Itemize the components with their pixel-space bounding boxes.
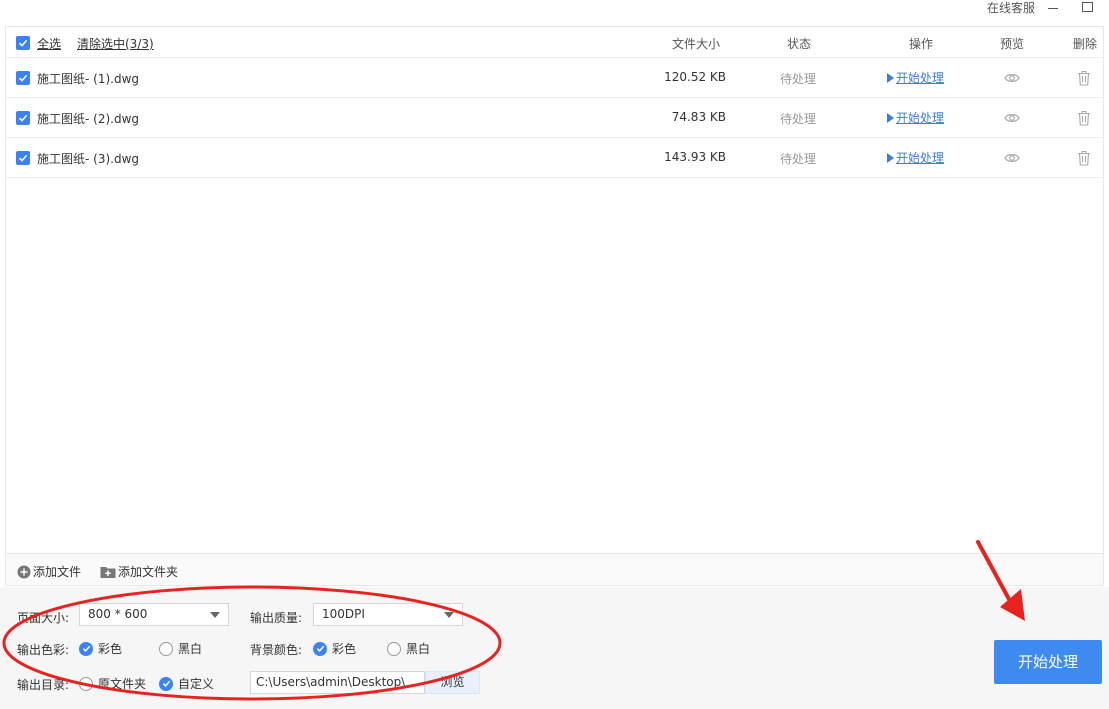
- dir-option-label: 原文件夹: [98, 677, 147, 691]
- column-header-delete: 删除: [1073, 37, 1098, 51]
- file-name: 施工图纸- (3).dwg: [37, 152, 140, 166]
- page-size-value: 800 * 600: [88, 607, 148, 621]
- eye-icon[interactable]: [1004, 71, 1020, 85]
- dir-radio-original[interactable]: 原文件夹: [79, 675, 146, 692]
- radio-unchecked-icon: [159, 641, 173, 656]
- output-path-input[interactable]: C:\Users\admin\Desktop\: [250, 671, 425, 694]
- clear-selected-link[interactable]: 清除选中(3/3): [77, 35, 154, 52]
- file-size: 120.52 KB: [664, 70, 726, 84]
- color-option-label: 黑白: [178, 642, 203, 656]
- add-file-label: 添加文件: [33, 565, 82, 579]
- column-header-status: 状态: [787, 37, 812, 51]
- radio-unchecked-icon: [79, 676, 93, 691]
- radio-unchecked-icon: [387, 641, 401, 656]
- folder-plus-icon: [100, 566, 116, 578]
- trash-icon[interactable]: [1077, 110, 1091, 126]
- radio-checked-icon: [159, 676, 173, 691]
- start-process-label: 开始处理: [896, 111, 945, 125]
- dir-option-label: 自定义: [178, 677, 215, 691]
- browse-button[interactable]: 浏览: [425, 671, 480, 694]
- file-name: 施工图纸- (1).dwg: [37, 72, 140, 86]
- column-header-action: 操作: [909, 37, 934, 51]
- file-row: 施工图纸- (1).dwg 120.52 KB 待处理 开始处理: [6, 58, 1103, 98]
- radio-checked-icon: [79, 641, 93, 656]
- column-header-size: 文件大小: [672, 37, 721, 51]
- file-size: 74.83 KB: [671, 110, 726, 124]
- color-radio-color[interactable]: 彩色: [79, 640, 122, 657]
- online-service-link[interactable]: 在线客服: [987, 0, 1035, 16]
- play-icon: [887, 72, 894, 83]
- background-radio-bw[interactable]: 黑白: [387, 640, 430, 657]
- page-size-label: 页面大小:: [17, 611, 70, 625]
- add-folder-button[interactable]: 添加文件夹: [100, 563, 178, 580]
- file-checkbox[interactable]: [16, 151, 30, 165]
- page-size-select[interactable]: 800 * 600: [79, 603, 229, 626]
- minimize-icon[interactable]: [1046, 3, 1060, 13]
- add-file-bar: 添加文件 添加文件夹: [5, 554, 1104, 586]
- maximize-icon[interactable]: [1082, 2, 1093, 12]
- file-name: 施工图纸- (2).dwg: [37, 112, 140, 126]
- start-process-link[interactable]: 开始处理: [887, 109, 944, 126]
- file-list-panel: 全选 清除选中(3/3) 文件大小 状态 操作 预览 删除 施工图纸- (1).…: [5, 26, 1104, 554]
- check-icon: [18, 154, 28, 162]
- file-list-header: 全选 清除选中(3/3) 文件大小 状态 操作 预览 删除: [6, 27, 1103, 58]
- add-folder-label: 添加文件夹: [118, 565, 179, 579]
- background-radio-color[interactable]: 彩色: [313, 640, 356, 657]
- output-settings-panel: 页面大小: 800 * 600 输出质量: 100DPI 输出色彩: 彩色 黑白…: [0, 587, 1109, 709]
- file-row: 施工图纸- (2).dwg 74.83 KB 待处理 开始处理: [6, 98, 1103, 138]
- quality-value: 100DPI: [322, 607, 365, 621]
- file-status: 待处理: [780, 72, 817, 86]
- color-radio-bw[interactable]: 黑白: [159, 640, 202, 657]
- color-label: 输出色彩:: [17, 643, 70, 657]
- dir-radio-custom[interactable]: 自定义: [159, 675, 214, 692]
- trash-icon[interactable]: [1077, 150, 1091, 166]
- title-bar: 在线客服: [0, 0, 1109, 26]
- file-size: 143.93 KB: [664, 150, 726, 164]
- background-color-label: 背景颜色:: [250, 643, 303, 657]
- play-icon: [887, 112, 894, 123]
- trash-icon[interactable]: [1077, 70, 1091, 86]
- radio-checked-icon: [313, 641, 327, 656]
- plus-circle-icon: [17, 565, 31, 578]
- file-row: 施工图纸- (3).dwg 143.93 KB 待处理 开始处理: [6, 138, 1103, 178]
- color-option-label: 彩色: [98, 642, 123, 656]
- quality-label: 输出质量:: [250, 611, 303, 625]
- background-option-label: 彩色: [332, 642, 357, 656]
- eye-icon[interactable]: [1004, 111, 1020, 125]
- check-icon: [18, 39, 28, 47]
- start-process-button[interactable]: 开始处理: [994, 640, 1102, 684]
- play-icon: [887, 152, 894, 163]
- select-all-link[interactable]: 全选: [37, 35, 61, 52]
- select-all-checkbox[interactable]: [16, 36, 30, 50]
- start-process-link[interactable]: 开始处理: [887, 69, 944, 86]
- eye-icon[interactable]: [1004, 151, 1020, 165]
- file-status: 待处理: [780, 152, 817, 166]
- background-option-label: 黑白: [406, 642, 431, 656]
- add-file-button[interactable]: 添加文件: [17, 563, 81, 580]
- file-checkbox[interactable]: [16, 71, 30, 85]
- column-header-preview: 预览: [1000, 37, 1025, 51]
- chevron-down-icon: [444, 612, 454, 618]
- chevron-down-icon: [210, 612, 220, 618]
- check-icon: [18, 74, 28, 82]
- start-process-link[interactable]: 开始处理: [887, 149, 944, 166]
- quality-select[interactable]: 100DPI: [313, 603, 463, 626]
- start-process-label: 开始处理: [896, 151, 945, 165]
- file-checkbox[interactable]: [16, 111, 30, 125]
- file-status: 待处理: [780, 112, 817, 126]
- output-dir-label: 输出目录:: [17, 678, 70, 692]
- check-icon: [18, 114, 28, 122]
- start-process-label: 开始处理: [896, 71, 945, 85]
